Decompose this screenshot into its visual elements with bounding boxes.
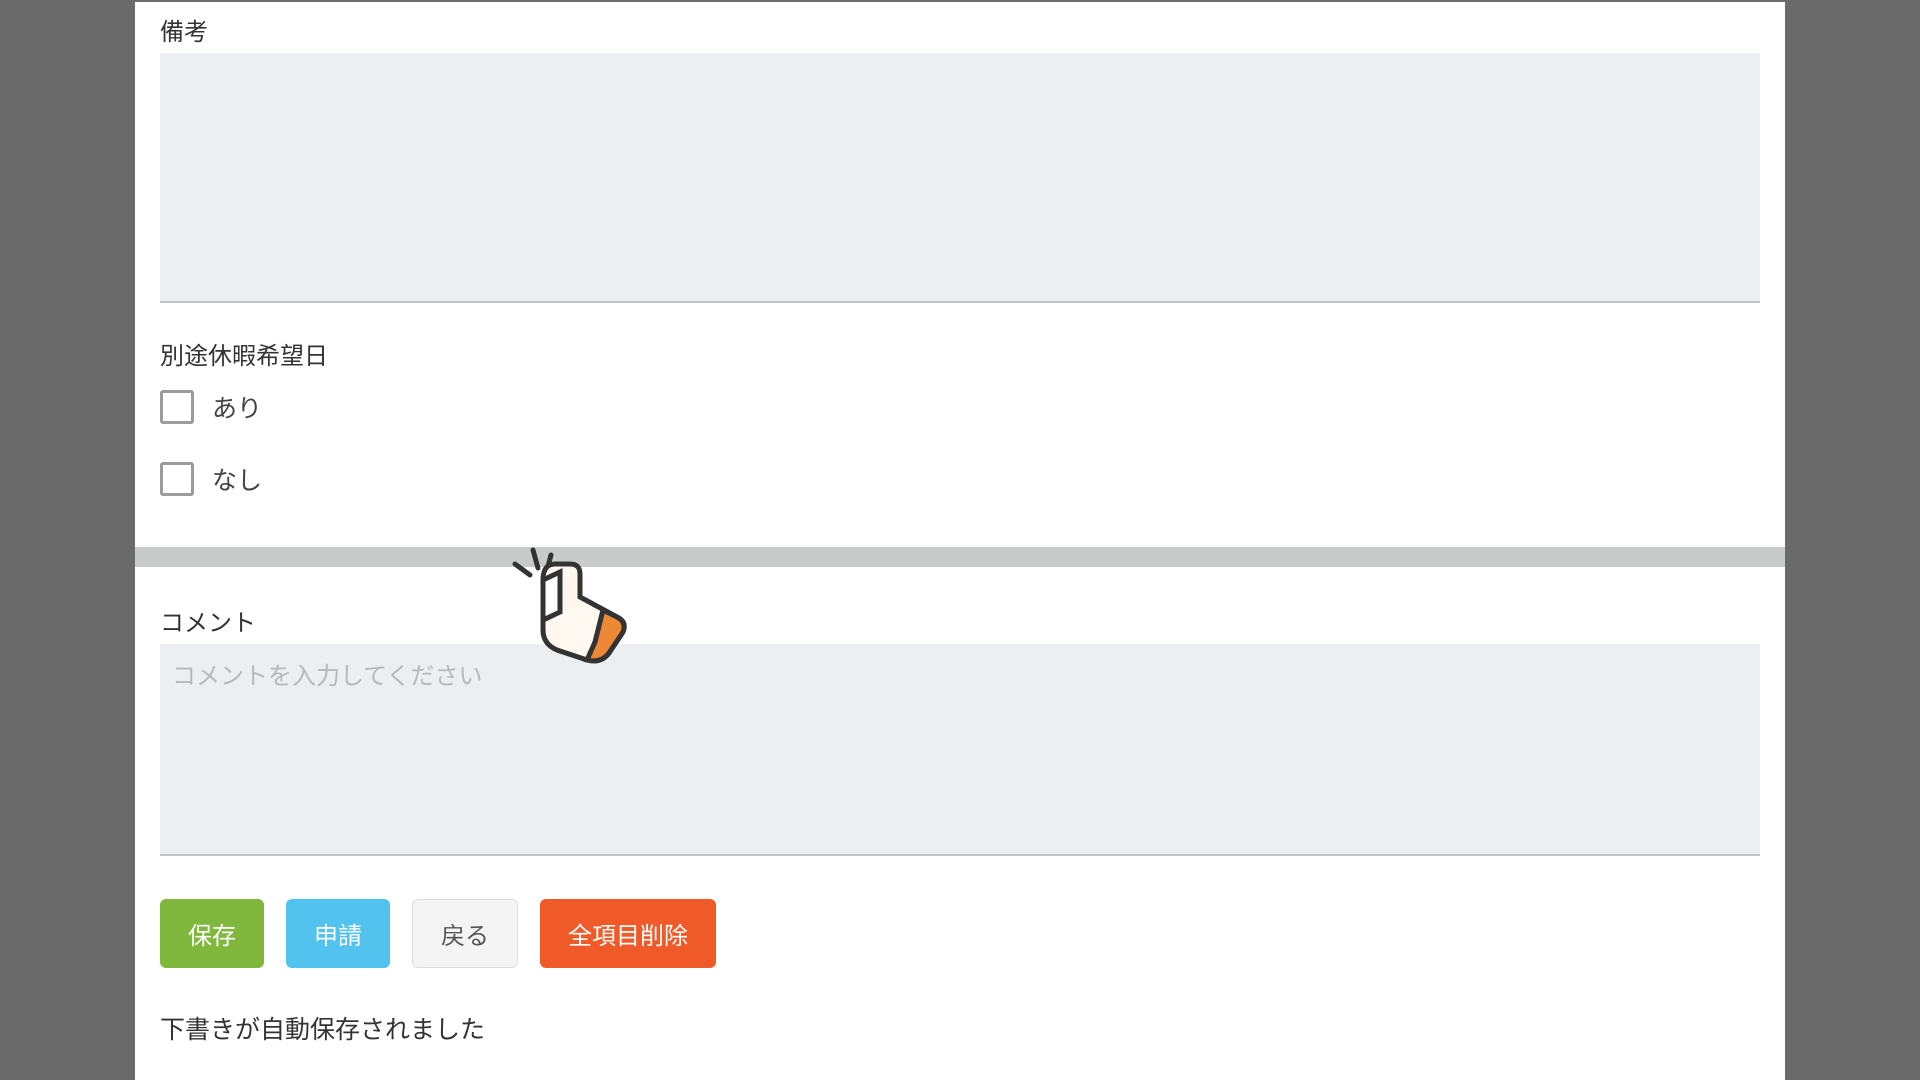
- vacation-checkbox-group: あり なし: [160, 389, 1760, 497]
- form-container: 備考 別途休暇希望日 あり なし コメント 保存 申請 戻る 全項目削除 下書き…: [135, 2, 1785, 1080]
- checkbox-row-yes: あり: [160, 389, 1760, 425]
- vacation-request-section: 別途休暇希望日 あり なし: [160, 336, 1760, 497]
- apply-button[interactable]: 申請: [286, 899, 390, 968]
- checkbox-row-no: なし: [160, 461, 1760, 497]
- comment-label: コメント: [160, 603, 1760, 638]
- checkbox-no[interactable]: [160, 462, 194, 496]
- remarks-textarea[interactable]: [160, 53, 1760, 303]
- back-button[interactable]: 戻る: [412, 899, 518, 968]
- checkbox-yes-label: あり: [212, 389, 262, 425]
- autosave-status: 下書きが自動保存されました: [160, 1010, 1760, 1046]
- remarks-label: 備考: [160, 12, 1760, 47]
- delete-all-button[interactable]: 全項目削除: [540, 899, 716, 968]
- vacation-request-label: 別途休暇希望日: [160, 336, 1760, 371]
- comment-textarea[interactable]: [160, 644, 1760, 856]
- save-button[interactable]: 保存: [160, 899, 264, 968]
- checkbox-no-label: なし: [212, 461, 262, 497]
- section-divider: [135, 547, 1785, 567]
- button-row: 保存 申請 戻る 全項目削除: [160, 899, 1760, 968]
- checkbox-yes[interactable]: [160, 390, 194, 424]
